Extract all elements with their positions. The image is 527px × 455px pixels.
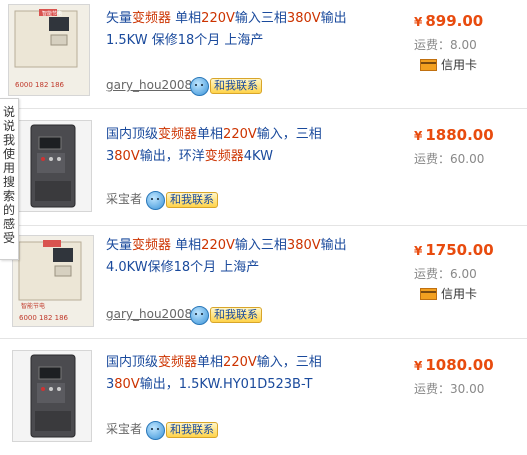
divider (0, 108, 527, 109)
seller-name[interactable]: 采宝者 (106, 190, 142, 207)
wangwang-icon (146, 420, 165, 440)
shipping-fee: 运费：30.00 (414, 382, 485, 396)
feedback-tab[interactable]: 说说我使用搜索的感受 (0, 98, 19, 260)
shipping-fee: 运费：8.00 (414, 38, 477, 52)
contact-button[interactable]: 和我联系 (190, 76, 262, 96)
contact-button[interactable]: 和我联系 (146, 190, 218, 210)
divider (0, 338, 527, 339)
divider (0, 225, 527, 226)
item-price: ¥1080.00 (414, 356, 494, 374)
product-image[interactable]: 智能节电 6000 182 186 (8, 4, 90, 96)
credit-card-icon (420, 58, 437, 71)
contact-label: 和我联系 (210, 307, 262, 323)
wangwang-icon (146, 190, 165, 210)
shipping-fee: 运费：6.00 (414, 267, 477, 281)
seller-name[interactable]: 采宝者 (106, 420, 142, 437)
list-item: 智能节电 6000 182 186 矢量变频器 单相220V输入三相380V输出… (0, 227, 527, 342)
contact-button[interactable]: 和我联系 (146, 420, 218, 440)
thumb-caption: 6000 182 186 (15, 81, 65, 89)
shipping-fee: 运费：60.00 (414, 152, 485, 166)
item-title[interactable]: 国内顶级变频器单相220V输入，三相380V输出，环洋变频器4KW (106, 124, 351, 168)
credit-card-badge: 信用卡 (420, 56, 477, 73)
thumb-label: 智能节电 (21, 302, 45, 310)
item-price: ¥1880.00 (414, 126, 494, 144)
seller-name[interactable]: gary_hou2008 (106, 307, 192, 321)
list-item: 智能节电 6000 182 186 矢量变频器 单相220V输入三相380V输出… (0, 0, 527, 115)
item-title[interactable]: 国内顶级变频器单相220V输入，三相380V输出，1.5KW.HY01D523B… (106, 352, 351, 396)
product-image[interactable]: 智能节电 6000 182 186 (12, 235, 94, 327)
wangwang-icon (190, 76, 209, 96)
contact-label: 和我联系 (166, 192, 218, 208)
feedback-tab-label: 说说我使用搜索的感受 (3, 105, 16, 245)
thumb-label: 智能节电 (42, 10, 62, 17)
credit-card-icon (420, 287, 437, 300)
list-item: 国内顶级变频器单相220V输入，三相380V输出，环洋变频器4KW 采宝者 和我… (0, 110, 527, 225)
item-price: ¥1750.00 (414, 241, 494, 259)
contact-label: 和我联系 (166, 422, 218, 438)
item-price: ¥899.00 (414, 12, 484, 30)
product-image[interactable] (12, 350, 92, 442)
seller-name[interactable]: gary_hou2008 (106, 78, 192, 92)
wangwang-icon (190, 305, 209, 325)
contact-label: 和我联系 (210, 78, 262, 94)
credit-card-badge: 信用卡 (420, 285, 477, 302)
product-image[interactable] (12, 120, 92, 212)
item-title[interactable]: 矢量变频器 单相220V输入三相380V输出 1.5KW 保修18个月 上海产 (106, 8, 351, 52)
list-item: 国内顶级变频器单相220V输入，三相380V输出，1.5KW.HY01D523B… (0, 340, 527, 455)
thumb-caption: 6000 182 186 (19, 314, 69, 322)
item-title[interactable]: 矢量变频器 单相220V输入三相380V输出 4.0KW保修18个月 上海产 (106, 235, 351, 279)
contact-button[interactable]: 和我联系 (190, 305, 262, 325)
